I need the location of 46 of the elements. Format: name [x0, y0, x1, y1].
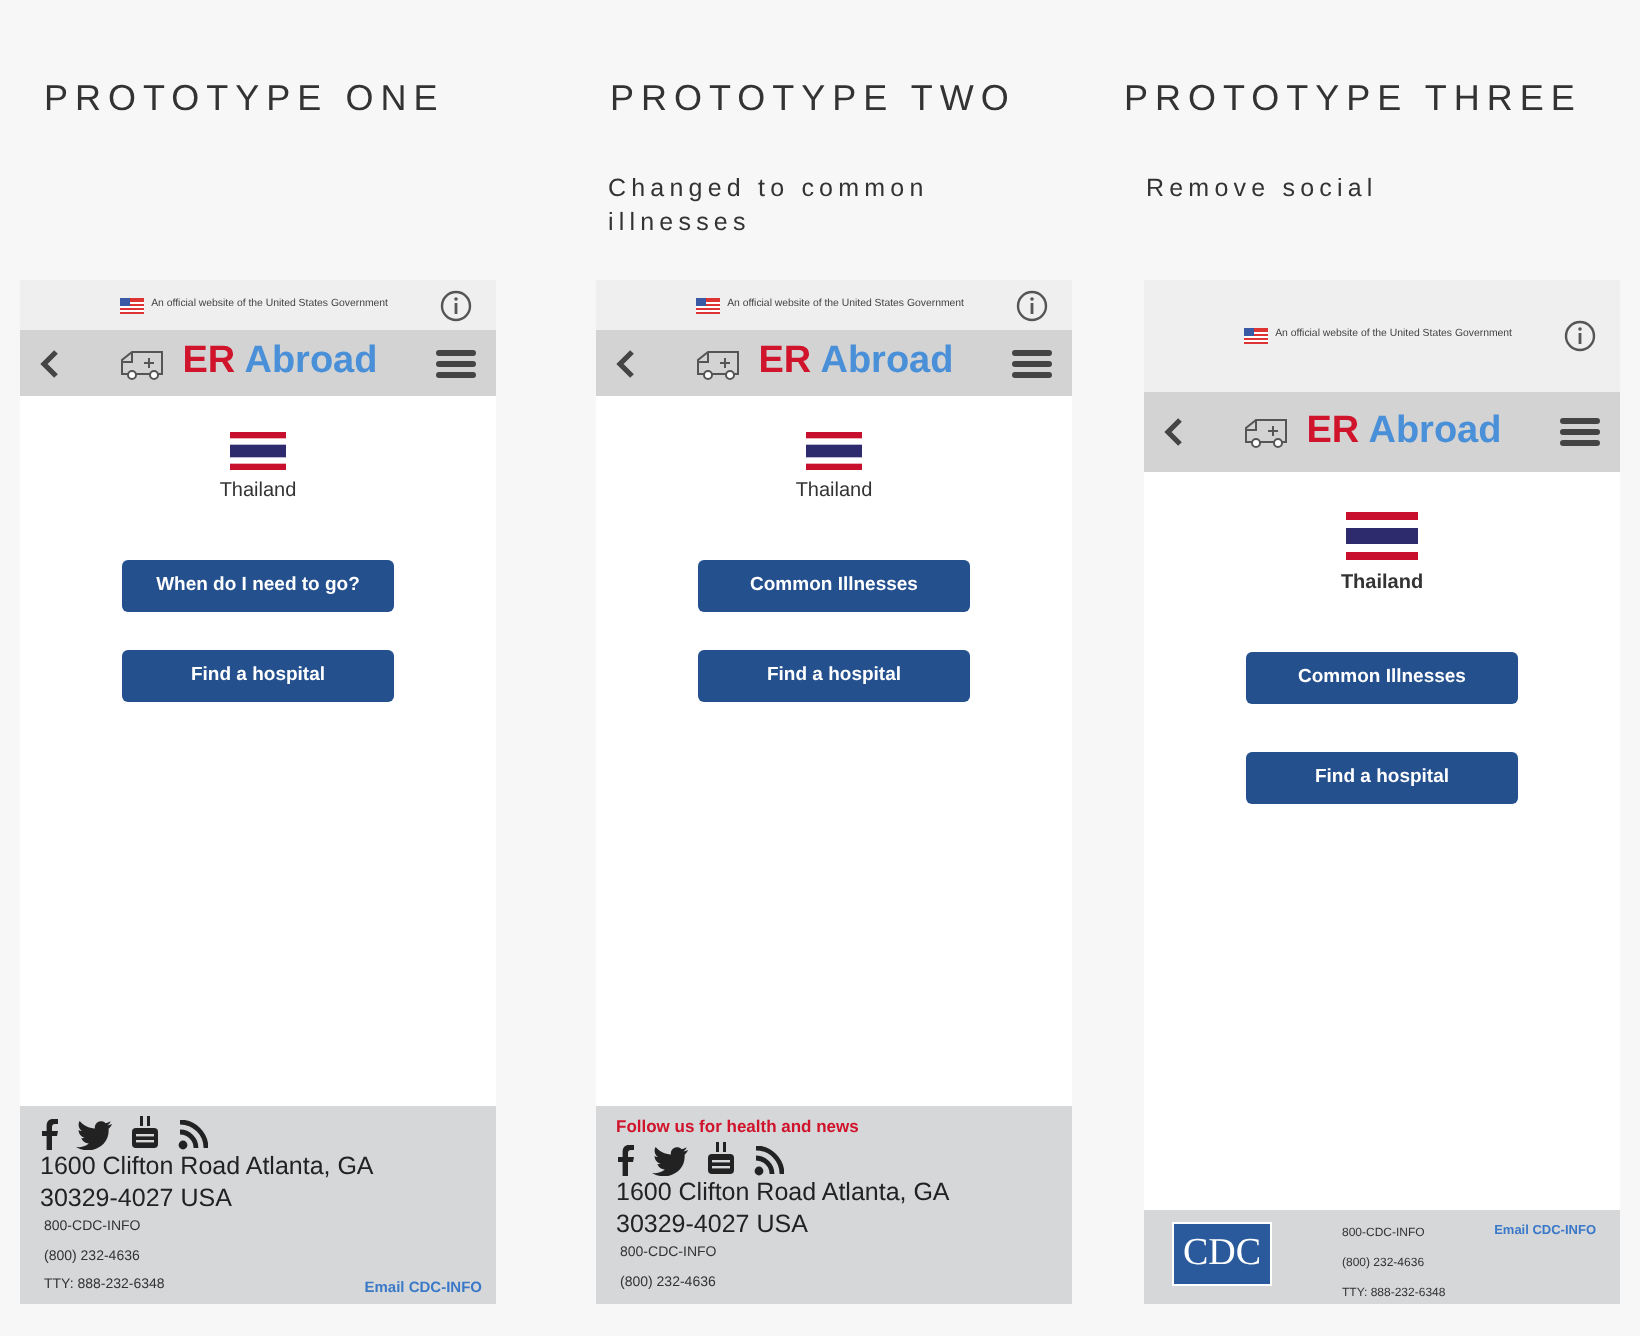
twitter-icon[interactable]	[652, 1146, 688, 1176]
menu-button[interactable]: Find a hospital	[122, 650, 394, 702]
info-icon[interactable]	[1016, 289, 1048, 321]
prototype-title: PROTOTYPE TWO	[610, 76, 1018, 120]
menu-icon[interactable]	[1559, 416, 1600, 448]
facebook-icon[interactable]	[616, 1144, 634, 1176]
rss-icon[interactable]	[754, 1146, 784, 1176]
video-icon[interactable]	[706, 1142, 736, 1176]
thailand-flag-icon	[806, 432, 862, 470]
country-name: Thailand	[795, 478, 873, 506]
menu-button[interactable]: Find a hospital	[1246, 752, 1518, 804]
video-icon[interactable]	[130, 1116, 160, 1150]
follow-text: Follow us for health and news	[616, 1116, 861, 1138]
app-logo-text: ER Abroad	[1306, 407, 1502, 456]
menu-button[interactable]: When do I need to go?	[122, 560, 394, 612]
app-logo-text: ER Abroad	[758, 338, 954, 387]
address-line: 1600 Clifton Road Atlanta, GA	[40, 1150, 376, 1182]
info-icon[interactable]	[440, 289, 472, 321]
flag-icon	[695, 297, 720, 313]
country-name: Thailand	[219, 478, 297, 506]
prototype-subtitle: Changed to common illnesses	[608, 172, 931, 240]
info-icon[interactable]	[1564, 320, 1596, 352]
address-line: 30329-4027 USA	[40, 1182, 234, 1214]
twitter-icon[interactable]	[76, 1120, 112, 1150]
menu-button[interactable]: Common Illnesses	[1246, 652, 1518, 704]
flag-icon	[119, 297, 144, 313]
menu-button[interactable]: Common Illnesses	[698, 560, 970, 612]
menu-icon[interactable]	[1011, 347, 1052, 379]
prototype-title: PROTOTYPE ONE	[44, 76, 447, 120]
cdc-logo: CDC	[1172, 1222, 1272, 1286]
back-icon[interactable]	[616, 347, 636, 379]
app-logo-text: ER Abroad	[182, 338, 378, 387]
prototype-title: PROTOTYPE THREE	[1124, 76, 1584, 120]
menu-icon[interactable]	[435, 347, 476, 379]
country-name: Thailand	[1340, 570, 1424, 598]
prototype-subtitle: Remove social	[1146, 172, 1380, 206]
thailand-flag-icon	[1346, 512, 1418, 560]
flag-icon	[1243, 328, 1268, 344]
rss-icon[interactable]	[178, 1120, 208, 1150]
address-line: 30329-4027 USA	[616, 1208, 810, 1240]
address-line: 1600 Clifton Road Atlanta, GA	[616, 1176, 952, 1208]
thailand-flag-icon	[230, 432, 286, 470]
facebook-icon[interactable]	[40, 1118, 58, 1150]
menu-button[interactable]: Find a hospital	[698, 650, 970, 702]
back-icon[interactable]	[40, 347, 60, 379]
back-icon[interactable]	[1164, 416, 1184, 448]
